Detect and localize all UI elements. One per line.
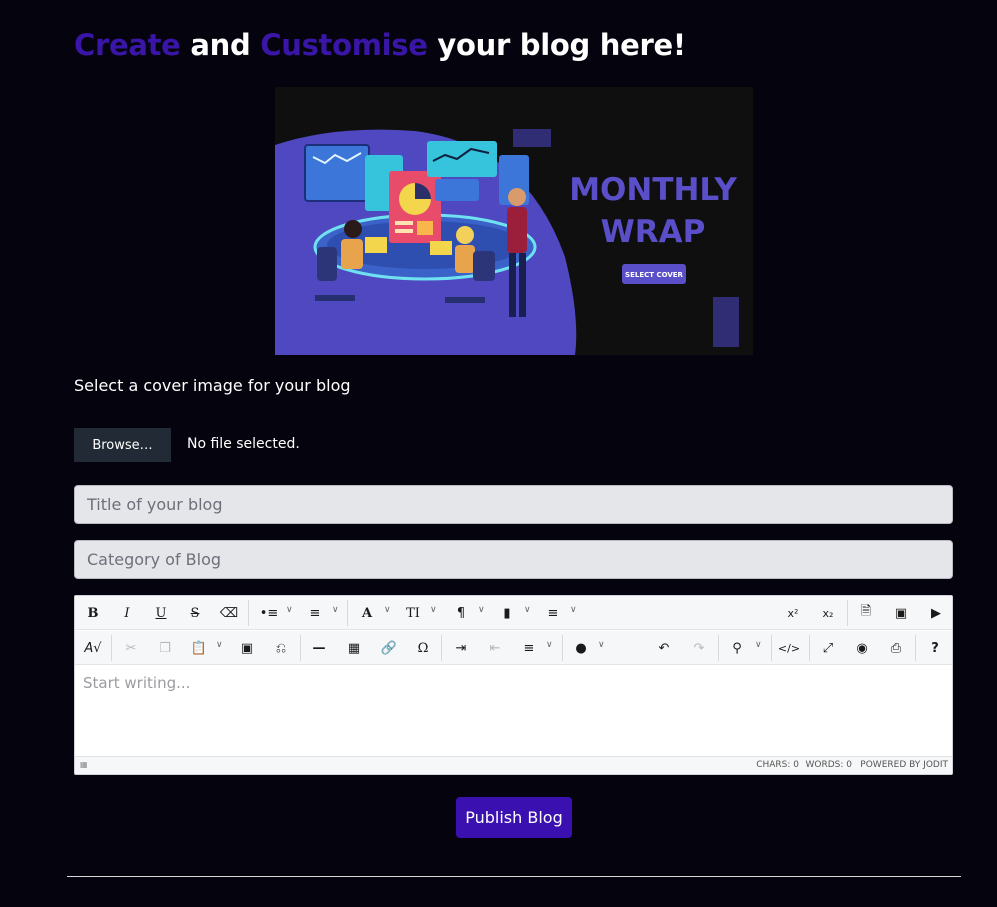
bullet-list-icon[interactable]: •≡ [257,601,281,625]
resize-handle-icon[interactable]: ▦ [80,760,88,769]
cover-image-label: Select a cover image for your blog [74,376,351,395]
eraser-icon[interactable]: ⌫ [217,601,241,625]
toolbar-separator [347,600,348,626]
fullscreen-icon[interactable]: ⤢ [816,636,840,660]
indent-icon[interactable]: ⇥ [449,636,473,660]
toolbar-separator [562,635,563,661]
title-rest: your blog here! [427,28,686,62]
align-icon[interactable]: ≡ [517,636,541,660]
chevron-down-icon[interactable]: ∨ [216,640,223,650]
toolbar-separator [300,635,301,661]
blog-title-input[interactable] [74,485,953,524]
chevron-down-icon[interactable]: ∨ [478,605,485,615]
publish-blog-button[interactable]: Publish Blog [456,797,572,838]
horizontal-line-icon[interactable]: — [307,636,331,660]
table-icon[interactable]: ▦ [342,636,366,660]
strikethrough-button[interactable]: S [183,601,207,625]
font-size-button[interactable]: TI [401,601,425,625]
cover-title-line2: WRAP [601,214,706,250]
toolbar-separator [915,635,916,661]
toolbar-separator [111,635,112,661]
brush-icon[interactable]: ● [569,636,593,660]
toolbar-separator [771,635,772,661]
chevron-down-icon[interactable]: ∨ [570,605,577,615]
paragraph-button[interactable]: ¶ [449,601,473,625]
powered-by-link[interactable]: POWERED BY JODIT [860,760,948,770]
file-status-text: No file selected. [187,436,300,452]
symbol-button[interactable]: Ω [411,636,435,660]
undo-icon[interactable]: ↶ [652,636,676,660]
search-icon[interactable]: ⚲ [725,636,749,660]
underline-button[interactable]: U [149,601,173,625]
cover-image-preview: MONTHLY WRAP SELECT COVER [275,87,753,355]
cover-title-line1: MONTHLY [569,172,737,208]
cut-icon[interactable]: ✂ [119,636,143,660]
select-all-icon[interactable]: ▣ [235,636,259,660]
source-code-icon[interactable]: </> [777,636,801,660]
chevron-down-icon[interactable]: ∨ [286,605,293,615]
editor-content-area[interactable]: Start writing... [75,666,952,757]
chevron-down-icon[interactable]: ∨ [546,640,553,650]
copy-icon[interactable]: ❐ [153,636,177,660]
toolbar-separator [847,600,848,626]
blog-category-input[interactable] [74,540,953,579]
title-and: and [180,28,261,62]
chevron-down-icon[interactable]: ∨ [524,605,531,615]
word-count: WORDS: 0 [805,760,853,770]
rich-text-editor: B I U S ⌫ •≡ ∨ ≡ ∨ A ∨ TI ∨ ¶ ∨ ▮ ∨ ≡ ∨ … [74,595,953,775]
font-family-button[interactable]: A [355,601,379,625]
chevron-down-icon[interactable]: ∨ [430,605,437,615]
editor-status-bar: ▦ CHARS: 0 WORDS: 0 POWERED BY JODIT [75,756,952,774]
char-count: CHARS: 0 [756,760,799,770]
toolbar-separator [248,600,249,626]
bold-button[interactable]: B [81,601,105,625]
superscript-button[interactable]: x² [781,601,805,625]
toolbar-separator [718,635,719,661]
editor-toolbar-row-1: B I U S ⌫ •≡ ∨ ≡ ∨ A ∨ TI ∨ ¶ ∨ ▮ ∨ ≡ ∨ … [75,596,952,630]
outdent-icon[interactable]: ⇤ [483,636,507,660]
numbered-list-icon[interactable]: ≡ [303,601,327,625]
print-icon[interactable]: ⎙ [884,636,908,660]
link-icon[interactable]: 🔗 [377,636,401,660]
paste-icon[interactable]: 📋 [187,636,211,660]
spellcheck-icon[interactable]: A√ [81,636,105,660]
file-icon[interactable]: 🗎 [854,601,878,625]
browse-button[interactable]: Browse… [74,428,171,462]
chevron-down-icon[interactable]: ∨ [598,640,605,650]
editor-toolbar-row-2: A√ ✂ ❐ 📋 ∨ ▣ ⎌ — ▦ 🔗 Ω ⇥ ⇤ ≡ ∨ ● ∨ ↶ ↷ ⚲… [75,631,952,665]
preview-icon[interactable]: ◉ [850,636,874,660]
image-icon[interactable]: ▣ [889,601,913,625]
copy-format-icon[interactable]: ⎌ [269,636,293,660]
page-title: Create and Customise your blog here! [74,28,686,62]
title-customise: Customise [260,28,428,62]
chevron-down-icon[interactable]: ∨ [755,640,762,650]
toolbar-separator [809,635,810,661]
help-button[interactable]: ? [923,636,947,660]
toolbar-separator [441,635,442,661]
italic-button[interactable]: I [115,601,139,625]
cover-select-button-text: SELECT COVER [625,271,684,279]
editor-placeholder: Start writing... [83,674,191,692]
line-height-icon[interactable]: ≡ [541,601,565,625]
subscript-button[interactable]: x₂ [816,601,840,625]
chevron-down-icon[interactable]: ∨ [384,605,391,615]
footer-divider [67,876,961,877]
title-create: Create [74,28,181,62]
classes-icon[interactable]: ▮ [495,601,519,625]
video-icon[interactable]: ▶ [924,601,948,625]
redo-icon[interactable]: ↷ [687,636,711,660]
cover-illustration: MONTHLY WRAP SELECT COVER [275,87,753,355]
chevron-down-icon[interactable]: ∨ [332,605,339,615]
